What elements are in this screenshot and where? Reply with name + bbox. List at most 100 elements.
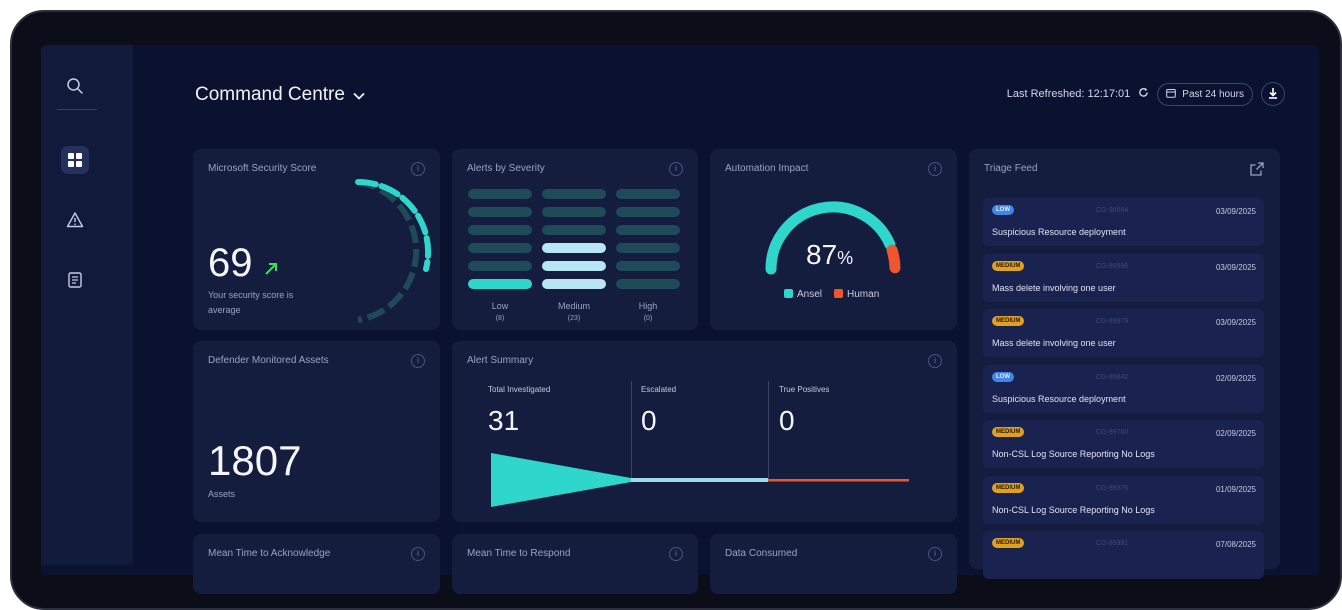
severity-bar-segment (542, 225, 606, 235)
triage-item[interactable]: MEDIUM CG-89996 03/09/2025 Mass delete invo… (983, 253, 1264, 302)
severity-label-low: Low (491, 301, 509, 311)
info-icon[interactable]: i (411, 354, 425, 368)
alert-date: 03/09/2025 (1215, 262, 1256, 272)
severity-count-high: (0) (643, 315, 653, 322)
info-icon[interactable]: i (928, 547, 942, 561)
severity-badge: MEDIUM (992, 427, 1025, 437)
score-ring (355, 178, 432, 323)
triage-item[interactable]: MEDIUM CG-89760 02/09/2025 Non-CSL Log Sour… (983, 420, 1264, 468)
alert-id: CG-89842 (1096, 373, 1129, 381)
alert-date: 01/09/2025 (1215, 484, 1256, 494)
alert-date: 02/09/2025 (1215, 429, 1256, 438)
triage-item[interactable]: MEDIUM CG-89375 01/09/2025 Non-CSL Log Sour… (983, 475, 1264, 524)
alert-id: CG-89996 (1096, 262, 1129, 270)
time-range-selector[interactable]: Past 24 hours (1157, 82, 1253, 106)
card-title: Defender Monitored Assets (208, 355, 329, 366)
legend-ansel: Ansel (784, 289, 822, 300)
alert-title: Non-CSL Log Source Reporting No Logs (992, 504, 1155, 515)
search-icon[interactable] (61, 72, 89, 100)
sidebar (41, 45, 133, 565)
triage-item[interactable]: LOW CG-90064 03/09/2025 Suspicious Resource… (983, 198, 1264, 246)
severity-label-medium: Medium (557, 301, 590, 311)
severity-bar-segment (468, 261, 532, 271)
security-score-value: 69 (208, 241, 253, 285)
alert-id: CG-89760 (1096, 429, 1129, 436)
alert-date: 03/09/2025 (1215, 207, 1256, 216)
alert-summary-card: Alert Summary i Total Investigated 31 Es… (452, 341, 957, 522)
download-button[interactable] (1261, 82, 1285, 106)
severity-bar-segment (468, 243, 532, 253)
external-link-icon[interactable] (1250, 162, 1264, 181)
severity-bar-segment (616, 279, 680, 289)
info-icon[interactable]: i (669, 547, 683, 561)
severity-count-medium: (23) (567, 315, 581, 322)
alert-title: Mass delete involving one user (992, 338, 1116, 348)
severity-bar-segment (468, 189, 532, 199)
page-title[interactable]: Command Centre (195, 84, 365, 106)
triage-item[interactable]: MEDIUM CG-89979 03/09/2025 Mass delete invo… (983, 309, 1264, 357)
card-title: Microsoft Security Score (208, 163, 317, 174)
true-positives-label: True Positives (779, 385, 830, 394)
security-score-card: Microsoft Security Score i 69 Your secur… (193, 149, 440, 330)
severity-bar-segment (616, 207, 680, 217)
automation-value: 87% (806, 239, 854, 270)
triage-item[interactable]: MEDIUM CG-89391 07/08/2025 (983, 531, 1264, 579)
severity-bar-segment (616, 189, 680, 199)
mttr-card: Mean Time to Respond i (452, 534, 698, 594)
info-icon[interactable]: i (928, 354, 942, 368)
funnel-graphic (491, 453, 909, 507)
alert-id: CG-89391 (1096, 540, 1129, 547)
severity-count-low: (8) (495, 315, 505, 322)
report-icon[interactable] (61, 266, 89, 294)
dashboard-icon[interactable] (61, 146, 89, 174)
assets-caption: Assets (208, 489, 236, 499)
severity-badge: MEDIUM (992, 538, 1025, 548)
escalated-value: 0 (641, 405, 657, 436)
score-caption-line2: average (208, 305, 241, 315)
severity-badge: LOW (992, 371, 1014, 382)
total-investigated-value: 31 (488, 405, 520, 436)
card-title: Automation Impact (725, 163, 809, 174)
score-caption-line1: Your security score is (208, 290, 294, 300)
last-refreshed-text: Last Refreshed: 12:17:01 (1006, 88, 1131, 100)
alert-id: CG-89375 (1096, 484, 1129, 492)
alert-title: Suspicious Resource deployment (992, 227, 1126, 237)
alert-id: CG-89979 (1096, 318, 1129, 325)
severity-bar-segment (468, 207, 532, 217)
alert-date: 07/08/2025 (1215, 540, 1256, 549)
alert-title: Non-CSL Log Source Reporting No Logs (992, 449, 1155, 459)
legend-human: Human (834, 289, 879, 300)
severity-bar-segment (616, 243, 680, 253)
warning-icon[interactable] (61, 206, 89, 234)
page-title-text: Command Centre (195, 84, 345, 105)
alert-date: 03/09/2025 (1215, 318, 1256, 327)
severity-badge: MEDIUM (992, 482, 1025, 493)
severity-bar-segment (542, 207, 606, 217)
info-icon[interactable]: i (928, 162, 942, 176)
header-controls: Last Refreshed: 12:17:01 Past 24 hours (1007, 82, 1285, 106)
alert-title: Mass delete involving one user (992, 282, 1116, 293)
info-icon[interactable]: i (669, 162, 683, 176)
card-title: Alert Summary (467, 355, 534, 366)
severity-badge: LOW (992, 205, 1014, 215)
refresh-icon[interactable] (1138, 87, 1149, 101)
alert-date: 02/09/2025 (1215, 373, 1256, 383)
card-title: Data Consumed (725, 548, 798, 559)
info-icon[interactable]: i (411, 547, 425, 561)
severity-bar-segment (542, 279, 606, 289)
severity-bar-segment (616, 225, 680, 235)
alert-id: CG-90064 (1096, 207, 1129, 214)
severity-bar-segment (542, 189, 606, 199)
trend-up-icon (264, 262, 278, 281)
download-icon (1267, 87, 1279, 102)
data-consumed-card: Data Consumed i (710, 534, 957, 594)
alerts-by-severity-card: Alerts by Severity i Low (8) Medium (23)… (452, 149, 698, 330)
severity-label-high: High (638, 301, 658, 311)
severity-bar-segment (468, 225, 532, 235)
card-title: Alerts by Severity (467, 163, 545, 174)
escalated-label: Escalated (641, 385, 677, 394)
triage-item[interactable]: LOW CG-89842 02/09/2025 Suspicious Resource… (983, 364, 1264, 413)
card-title: Mean Time to Acknowledge (208, 548, 331, 559)
chevron-down-icon[interactable] (353, 84, 365, 106)
assets-value: 1807 (208, 437, 302, 484)
